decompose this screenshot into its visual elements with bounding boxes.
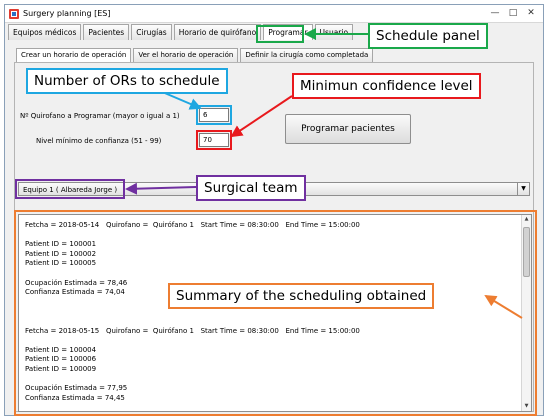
subtab-crear-horario[interactable]: Crear un horario de operación xyxy=(16,48,132,62)
summary-highlight xyxy=(14,210,537,416)
tab-usuario[interactable]: Usuario xyxy=(314,24,354,40)
maximize-icon[interactable]: □ xyxy=(507,8,519,19)
schedule-patients-button[interactable]: Programar pacientes xyxy=(285,114,411,144)
programar-tab-highlight xyxy=(256,25,304,43)
window-title: Surgery planning [ES] xyxy=(23,9,111,18)
app-logo-icon xyxy=(9,9,19,19)
minimize-icon[interactable]: — xyxy=(489,8,501,19)
sub-tabs: Crear un horario de operación Ver el hor… xyxy=(16,48,374,62)
or-count-highlight xyxy=(196,105,232,125)
confidence-highlight xyxy=(196,130,232,150)
or-count-label: Nº Quirofano a Programar (mayor o igual … xyxy=(20,112,180,120)
num-ors-callout: Number of ORs to schedule xyxy=(26,68,228,94)
min-confidence-callout: Minimun confidence level xyxy=(292,73,481,99)
close-icon[interactable]: ✕ xyxy=(525,8,537,19)
surgical-team-highlight xyxy=(15,179,125,199)
surgical-team-callout: Surgical team xyxy=(196,175,306,201)
tab-equipos-medicos[interactable]: Equipos médicos xyxy=(8,24,82,40)
subtab-ver-horario[interactable]: Ver el horario de operación xyxy=(133,48,239,62)
tab-pacientes[interactable]: Pacientes xyxy=(83,24,130,40)
tab-horario-quirofano[interactable]: Horario de quirófano xyxy=(173,24,262,40)
title-bar: Surgery planning [ES] — □ ✕ xyxy=(5,5,543,23)
schedule-panel-callout: Schedule panel xyxy=(368,23,488,49)
chevron-down-icon[interactable]: ▼ xyxy=(517,183,529,195)
summary-callout: Summary of the scheduling obtained xyxy=(168,283,435,309)
tab-cirugias[interactable]: Cirugías xyxy=(131,24,172,40)
confidence-label: Nivel mínimo de confianza (51 - 99) xyxy=(36,137,162,145)
subtab-cirugia-completada[interactable]: Definir la cirugía como completada xyxy=(240,48,374,62)
